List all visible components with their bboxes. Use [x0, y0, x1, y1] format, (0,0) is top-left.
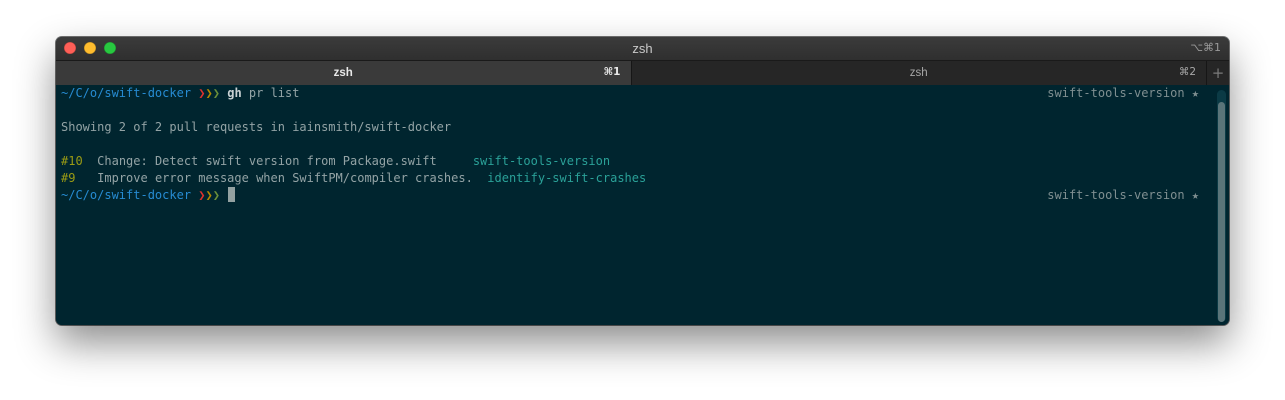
- right-prompt: swift-tools-version ★: [1047, 188, 1199, 202]
- pr-number: #10: [61, 154, 83, 168]
- pr-title: Improve error message when SwiftPM/compi…: [97, 171, 488, 185]
- pr-branch: swift-tools-version: [472, 154, 611, 168]
- prompt-line: ~/C/o/swift-docker ❯❯❯ swift-tools-versi…: [61, 187, 1199, 204]
- maximize-window-button[interactable]: [104, 42, 116, 54]
- pr-number: #9: [61, 171, 76, 185]
- terminal-window: zsh ⌥⌘1 zsh ⌘1 zsh ⌘2 + ~/C/o/swift-dock…: [56, 37, 1229, 325]
- text-cursor: [228, 187, 236, 202]
- tab-label: zsh: [909, 67, 928, 79]
- new-tab-button[interactable]: +: [1207, 61, 1229, 85]
- scrollbar-thumb[interactable]: [1218, 102, 1225, 322]
- output-summary: Showing 2 of 2 pull requests in iainsmit…: [61, 120, 452, 134]
- command-args: pr list: [241, 86, 300, 100]
- window-title: zsh: [632, 41, 653, 56]
- tab-shortcut: ⌘2: [1178, 66, 1196, 78]
- prompt-line: ~/C/o/swift-docker ❯❯❯ gh pr list swift-t…: [61, 85, 1199, 102]
- window-controls: [64, 42, 116, 54]
- vertical-scrollbar[interactable]: [1217, 90, 1226, 322]
- pr-row: #9 Improve error message when SwiftPM/co…: [61, 170, 1199, 187]
- tab-zsh-2[interactable]: zsh ⌘2: [631, 61, 1207, 85]
- tab-shortcut: ⌘1: [603, 66, 621, 78]
- prompt-cwd: ~/C/o/swift-docker: [61, 86, 192, 100]
- pr-title: Change: Detect swift version from Packag…: [97, 154, 473, 168]
- close-window-button[interactable]: [64, 42, 76, 54]
- title-bar[interactable]: zsh ⌥⌘1: [56, 37, 1229, 60]
- prompt-arrow-red: ❯: [198, 86, 206, 100]
- pr-branch: identify-swift-crashes: [487, 171, 647, 185]
- prompt-cwd: ~/C/o/swift-docker: [61, 188, 192, 202]
- prompt-arrow-yellow: ❯: [205, 86, 213, 100]
- prompt-arrow-green: ❯: [212, 86, 220, 100]
- tab-zsh-1[interactable]: zsh ⌘1: [56, 61, 632, 85]
- prompt-arrow-green: ❯: [212, 188, 220, 202]
- tab-label: zsh: [333, 67, 353, 79]
- prompt-arrow-yellow: ❯: [205, 188, 213, 202]
- window-shortcut: ⌥⌘1: [1190, 41, 1221, 54]
- command-name: gh: [227, 86, 242, 100]
- tab-bar: zsh ⌘1 zsh ⌘2 +: [56, 60, 1229, 86]
- pr-row: #10 Change: Detect swift version from Pa…: [61, 153, 1199, 170]
- right-prompt: swift-tools-version ★: [1047, 86, 1199, 100]
- minimize-window-button[interactable]: [84, 42, 96, 54]
- terminal-output[interactable]: ~/C/o/swift-docker ❯❯❯ gh pr list swift-t…: [56, 85, 1229, 325]
- prompt-arrow-red: ❯: [198, 188, 206, 202]
